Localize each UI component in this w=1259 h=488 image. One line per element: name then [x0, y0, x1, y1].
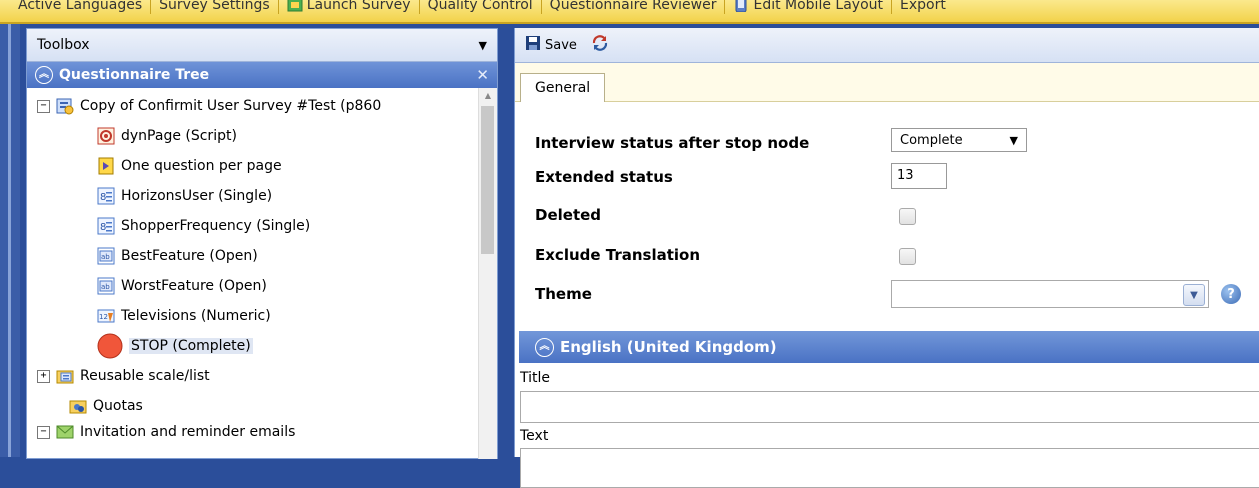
chevron-down-icon[interactable]: ▼	[479, 39, 487, 52]
svg-text:ab: ab	[101, 253, 110, 261]
tree-node-label: One question per page	[121, 158, 282, 174]
tab-general[interactable]: General	[520, 73, 606, 102]
questionnaire-tree-title: Questionnaire Tree	[59, 67, 210, 83]
questionnaire-tree: − Copy of Confirmit User Survey #Test (p…	[27, 88, 497, 459]
open-text-icon: ab	[97, 247, 115, 265]
email-icon	[56, 423, 74, 441]
survey-icon	[56, 97, 74, 115]
tree-node-one-question-per-page[interactable]: One question per page	[97, 154, 282, 178]
quotas-icon	[69, 397, 87, 415]
numeric-icon: 12	[97, 307, 115, 325]
tree-node-label: Invitation and reminder emails	[80, 424, 296, 440]
tree-node-dynpage[interactable]: dynPage (Script)	[97, 124, 237, 148]
menu-questionnaire-reviewer[interactable]: Questionnaire Reviewer	[540, 0, 725, 14]
tree-node-label: STOP (Complete)	[129, 338, 253, 354]
exclude-translation-checkbox[interactable]	[899, 248, 916, 265]
tree-node-label: HorizonsUser (Single)	[121, 188, 273, 204]
deleted-checkbox[interactable]	[899, 208, 916, 225]
language-section-title: English (United Kingdom)	[560, 338, 777, 356]
menu-active-languages[interactable]: Active Languages	[0, 0, 150, 14]
collapse-node-icon[interactable]: −	[37, 99, 50, 113]
node-properties-form: Interview status after stop node Complet…	[515, 102, 1259, 308]
interview-status-label: Interview status after stop node	[535, 134, 810, 152]
tree-node-worstfeature[interactable]: ab WorstFeature (Open)	[97, 274, 267, 298]
close-icon[interactable]: ✕	[476, 66, 489, 84]
refresh-icon	[591, 34, 609, 56]
refresh-button[interactable]	[587, 32, 613, 58]
tree-node-shopperfrequency[interactable]: 8 ShopperFrequency (Single)	[97, 214, 310, 238]
exclude-translation-label: Exclude Translation	[535, 246, 701, 264]
menu-export[interactable]: Export	[891, 0, 954, 14]
tree-node-bestfeature[interactable]: ab BestFeature (Open)	[97, 244, 258, 268]
svg-text:8: 8	[100, 192, 106, 203]
tree-node-label: dynPage (Script)	[121, 128, 237, 144]
save-icon	[525, 35, 541, 55]
single-icon: 8	[97, 187, 115, 205]
theme-label: Theme	[535, 285, 592, 303]
chevron-down-icon[interactable]: ▼	[1183, 284, 1205, 306]
menu-quality-control[interactable]: Quality Control	[418, 0, 541, 14]
menu-edit-mobile-layout[interactable]: Edit Mobile Layout	[724, 0, 891, 14]
launch-icon	[287, 0, 303, 12]
menu-launch-survey[interactable]: Launch Survey	[277, 0, 419, 14]
questionnaire-tree-header[interactable]: ︽ Questionnaire Tree ✕	[27, 62, 497, 88]
help-icon[interactable]: ?	[1221, 284, 1241, 304]
save-button[interactable]: Save	[521, 33, 581, 57]
chevron-down-icon: ▼	[1009, 133, 1018, 147]
tree-scrollbar[interactable]: ▲	[478, 88, 497, 459]
menu-survey-settings[interactable]: Survey Settings	[150, 0, 278, 14]
theme-select[interactable]: ▼	[891, 280, 1209, 308]
editor-toolbar: Save	[515, 28, 1259, 63]
collapse-icon[interactable]: ︽	[535, 337, 554, 357]
editor-panel: Save General Interview status after stop…	[514, 28, 1259, 488]
folder-list-icon	[56, 367, 74, 385]
single-icon: 8	[97, 217, 115, 235]
save-label: Save	[545, 37, 577, 53]
expand-node-icon[interactable]: +	[37, 369, 50, 383]
tree-node-label: Quotas	[93, 398, 143, 414]
tree-node-label: BestFeature (Open)	[121, 248, 258, 264]
toolbox-panel: Toolbox ▼ ︽ Questionnaire Tree ✕ − Copy …	[26, 28, 498, 459]
tree-node-reusable-scale[interactable]: + Reusable scale/list	[37, 364, 210, 388]
toolbox-header[interactable]: Toolbox ▼	[27, 29, 497, 62]
deleted-label: Deleted	[535, 206, 602, 224]
extended-status-field[interactable]: 13	[891, 163, 947, 189]
tree-node-invitation-emails[interactable]: − Invitation and reminder emails	[37, 420, 295, 444]
tab-bar: General	[515, 63, 1259, 102]
title-field[interactable]	[520, 391, 1259, 423]
toolbox-title: Toolbox	[37, 37, 90, 53]
tree-node-label: ShopperFrequency (Single)	[121, 218, 311, 234]
tree-node-quotas[interactable]: Quotas	[69, 394, 143, 418]
svg-text:12: 12	[99, 313, 108, 321]
language-section-header[interactable]: ︽ English (United Kingdom)	[519, 331, 1259, 363]
interview-status-select[interactable]: Complete ▼	[891, 128, 1027, 152]
tree-node-label: WorstFeature (Open)	[121, 278, 267, 294]
left-edge-splitter[interactable]	[8, 24, 11, 457]
svg-text:8: 8	[100, 222, 106, 233]
scroll-up-icon[interactable]: ▲	[479, 88, 497, 104]
extended-status-label: Extended status	[535, 168, 673, 186]
mobile-icon	[733, 0, 749, 13]
tree-node-televisions[interactable]: 12 Televisions (Numeric)	[97, 304, 271, 328]
script-icon	[97, 127, 115, 145]
title-label: Title	[520, 370, 551, 386]
page-icon	[97, 157, 115, 175]
collapse-node-icon[interactable]: −	[37, 425, 50, 439]
scroll-thumb[interactable]	[481, 106, 494, 254]
svg-text:ab: ab	[101, 283, 110, 291]
collapse-icon[interactable]: ︽	[35, 66, 53, 84]
tree-node-stop[interactable]: STOP (Complete)	[97, 333, 253, 359]
tree-node-survey-root[interactable]: − Copy of Confirmit User Survey #Test (p…	[37, 94, 381, 118]
tree-node-label: Copy of Confirmit User Survey #Test (p86…	[80, 98, 382, 114]
tree-node-horizonsuser[interactable]: 8 HorizonsUser (Single)	[97, 184, 272, 208]
open-text-icon: ab	[97, 277, 115, 295]
top-menu-bar: Active Languages Survey Settings Launch …	[0, 0, 1259, 24]
tree-node-label: Televisions (Numeric)	[121, 308, 271, 324]
text-label: Text	[520, 428, 549, 444]
stop-icon	[97, 333, 123, 359]
text-field[interactable]	[520, 448, 1259, 488]
tree-node-label: Reusable scale/list	[80, 368, 210, 384]
